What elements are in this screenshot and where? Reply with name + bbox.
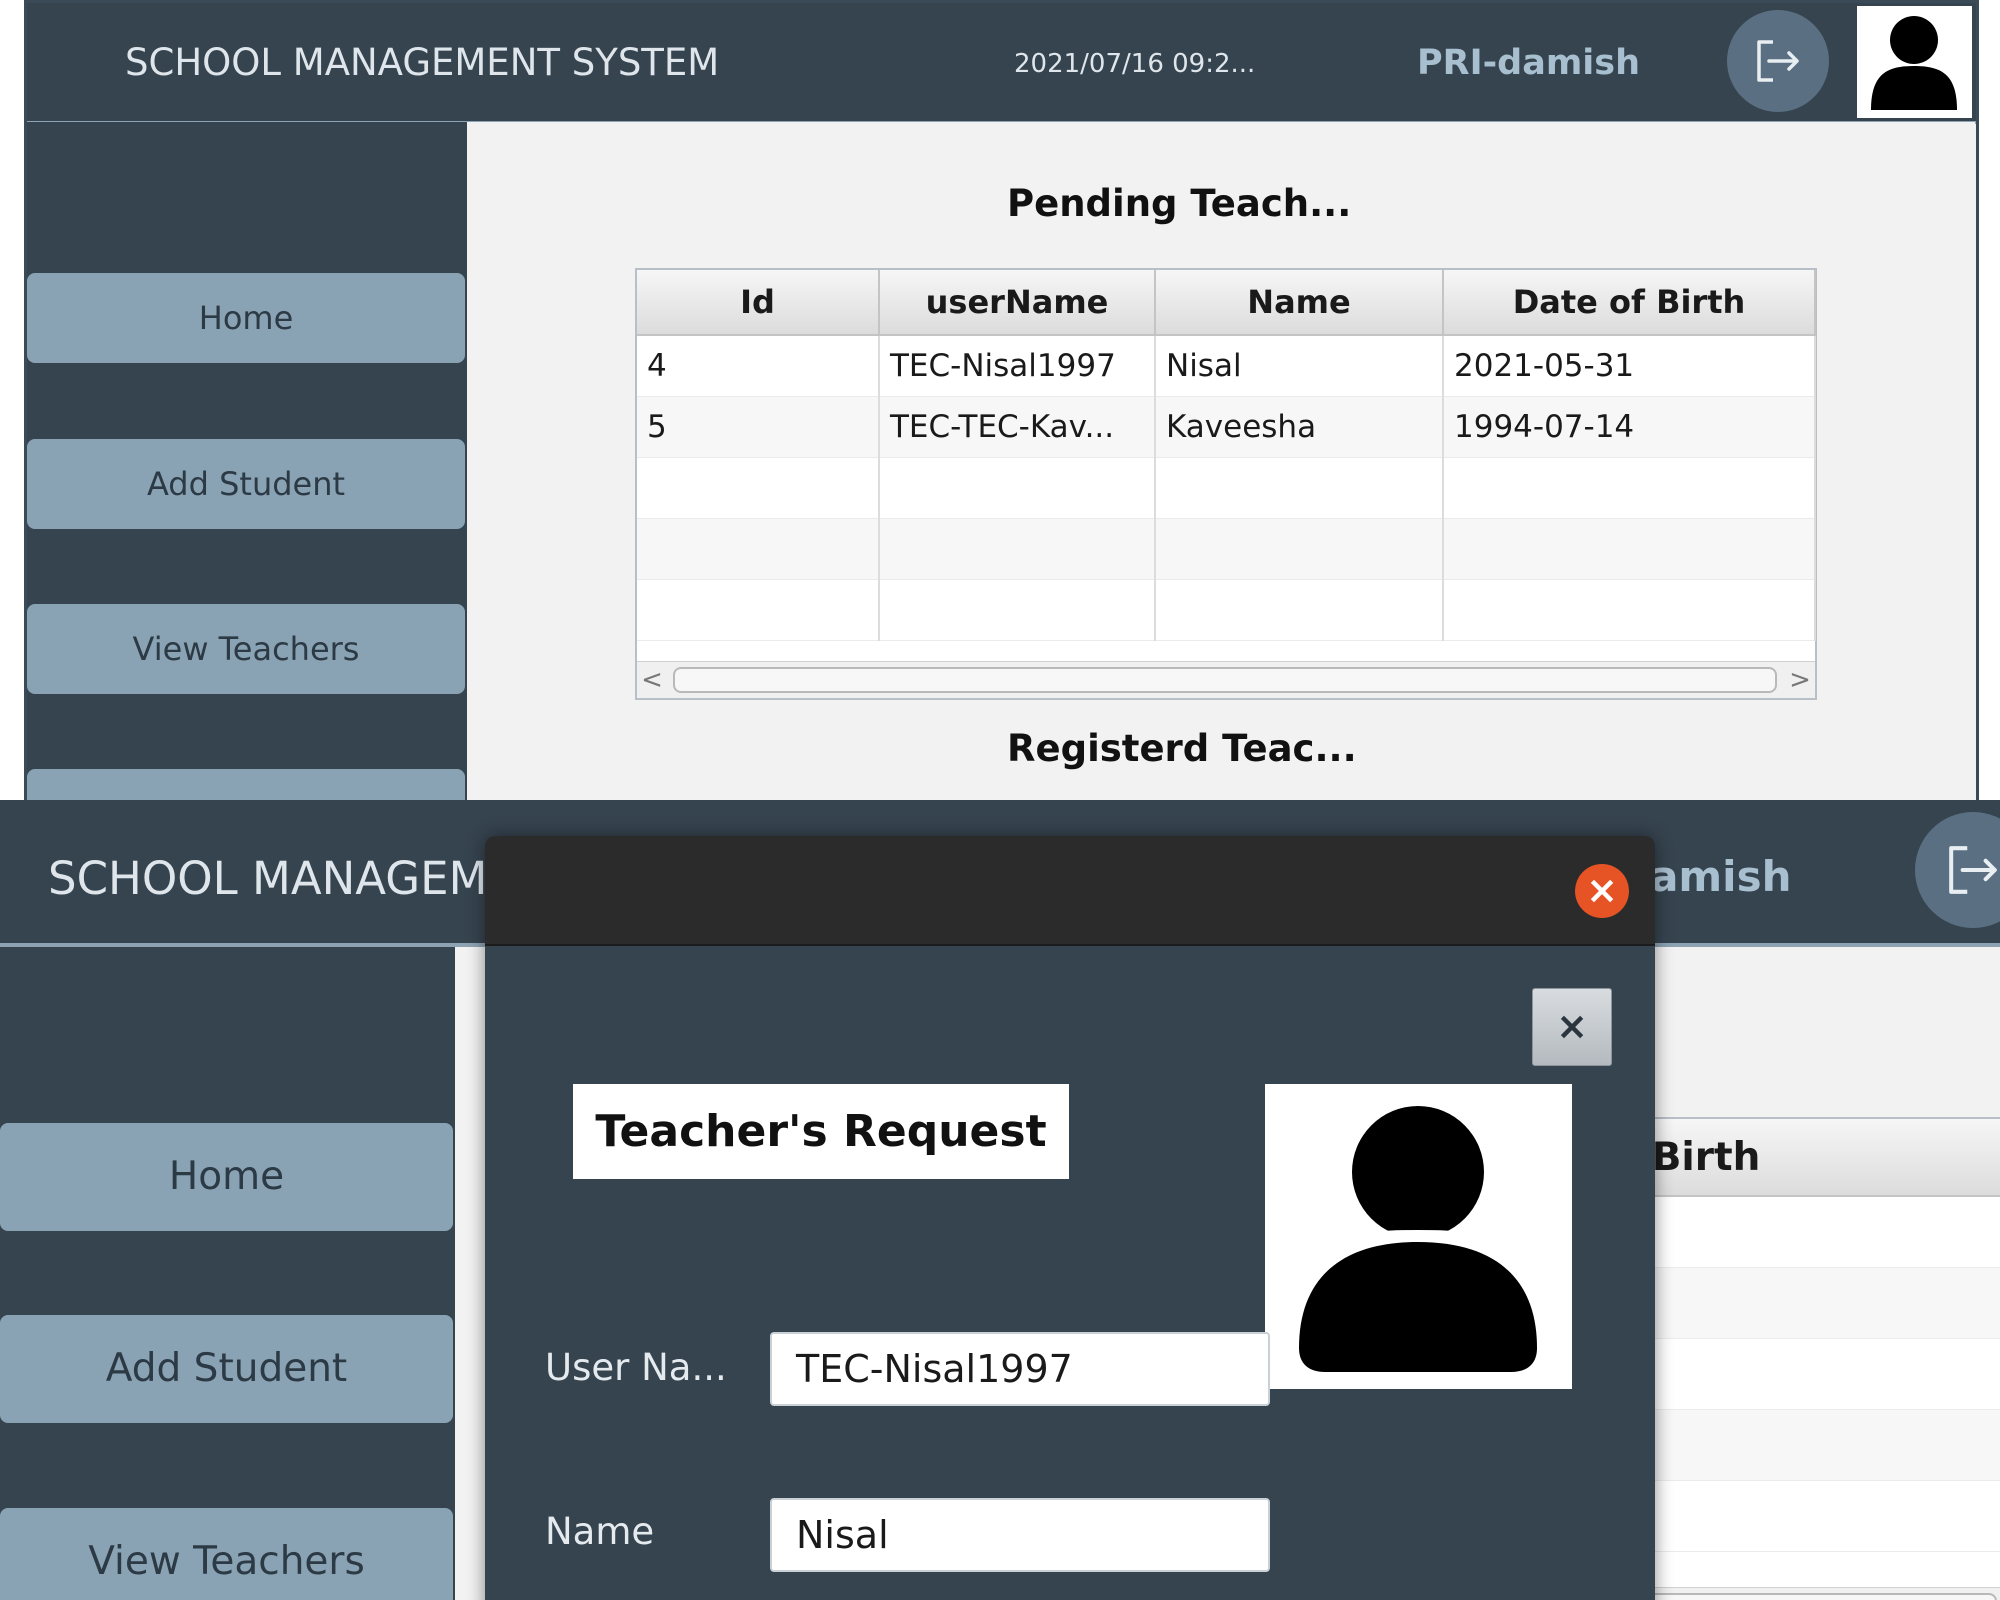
cell-name: Kaveesha: [1155, 396, 1444, 458]
table-row-empty: [637, 579, 1816, 641]
logout-arrow-icon: [1949, 846, 1997, 894]
app-title: SCHOOL MANAGEM: [48, 852, 488, 905]
column-header-id[interactable]: Id: [637, 270, 880, 336]
table-row-empty: [637, 457, 1816, 519]
registered-teachers-title: Registerd Teac...: [1007, 727, 1357, 770]
scroll-right-icon[interactable]: >: [1785, 662, 1815, 698]
username-field[interactable]: TEC-Nisal1997: [770, 1332, 1270, 1406]
datetime-label: 2021/07/16 09:2...: [1014, 49, 1256, 79]
sidebar: Home Add Student View Teachers: [0, 947, 455, 1600]
cell-username: TEC-Nisal1997: [879, 335, 1156, 397]
table-row[interactable]: 5 TEC-TEC-Kav... Kaveesha 1994-07-14: [637, 396, 1816, 458]
dialog-close-button[interactable]: ×: [1532, 988, 1612, 1066]
pending-teachers-table[interactable]: Id userName Name Date of Birth 4 TEC-Nis…: [635, 268, 1817, 700]
logout-button[interactable]: [1915, 812, 2000, 928]
teacher-request-screen: SCHOOL MANAGEM damish Home Add Student V…: [0, 800, 2000, 1600]
sidebar-item-more[interactable]: [27, 769, 465, 800]
sidebar-item-view-teachers[interactable]: View Teachers: [0, 1508, 453, 1600]
dialog-titlebar[interactable]: ×: [485, 836, 1655, 946]
logout-arrow-icon: [1757, 40, 1799, 82]
sidebar-item-add-student[interactable]: Add Student: [0, 1315, 453, 1423]
sidebar-item-add-student[interactable]: Add Student: [27, 439, 465, 529]
sidebar-item-home[interactable]: Home: [27, 273, 465, 363]
column-header-name[interactable]: Name: [1155, 270, 1444, 336]
user-photo-icon: [1299, 1106, 1537, 1372]
header-bar: SCHOOL MANAGEMENT SYSTEM 2021/07/16 09:2…: [27, 3, 1976, 124]
table-row[interactable]: 4 TEC-Nisal1997 Nisal 2021-05-31: [637, 335, 1816, 397]
teacher-request-dialog: × × Teacher's Request User Na... TEC-Nis…: [485, 836, 1655, 1600]
cell-username: TEC-TEC-Kav...: [879, 396, 1156, 458]
close-icon[interactable]: ×: [1575, 864, 1629, 918]
column-header-dob[interactable]: Date of Birth: [1443, 270, 1816, 336]
app-title: SCHOOL MANAGEMENT SYSTEM: [125, 41, 720, 84]
current-user-label: PRI-damish: [1417, 43, 1641, 83]
user-avatar-icon: [1871, 16, 1957, 110]
teacher-photo: [1265, 1084, 1572, 1389]
username-label: User Na...: [545, 1346, 727, 1389]
table-row-empty: [637, 518, 1816, 580]
cell-dob: 1994-07-14: [1443, 396, 1816, 458]
dialog-title: Teacher's Request: [573, 1084, 1069, 1179]
logout-button[interactable]: [1727, 10, 1829, 112]
sidebar-item-view-teachers[interactable]: View Teachers: [27, 604, 465, 694]
sidebar-item-home[interactable]: Home: [0, 1123, 453, 1231]
scroll-thumb[interactable]: [673, 667, 1777, 693]
scroll-left-icon[interactable]: <: [637, 662, 667, 698]
cell-id: 4: [637, 335, 880, 397]
pending-teachers-screen: SCHOOL MANAGEMENT SYSTEM 2021/07/16 09:2…: [0, 0, 2000, 800]
horizontal-scrollbar[interactable]: < >: [637, 661, 1815, 698]
column-header-username[interactable]: userName: [879, 270, 1156, 336]
profile-avatar[interactable]: [1857, 6, 1972, 118]
cell-id: 5: [637, 396, 880, 458]
cell-name: Nisal: [1155, 335, 1444, 397]
sidebar: Home Add Student View Teachers: [27, 122, 467, 800]
cell-dob: 2021-05-31: [1443, 335, 1816, 397]
main-content: Pending Teach... Id userName Name Date o…: [467, 122, 1975, 800]
name-label: Name: [545, 1510, 655, 1553]
name-field[interactable]: Nisal: [770, 1498, 1270, 1572]
pending-teachers-title: Pending Teach...: [1007, 182, 1352, 225]
